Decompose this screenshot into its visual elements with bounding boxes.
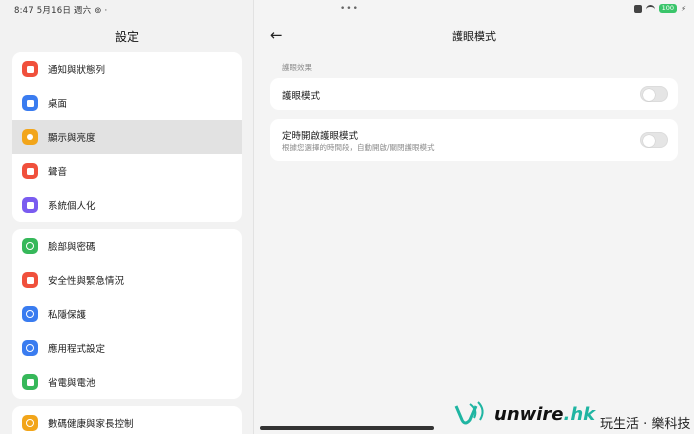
brand-text: unwire [494,404,564,425]
sidebar-item-battery[interactable]: 省電與電池 [12,365,242,399]
schedule-label: 定時開啟護眼模式 [282,131,359,142]
sidebar-item-label: 通知與狀態列 [48,65,106,76]
screen-record-icon [633,4,642,13]
battery-level: 100 [658,4,678,13]
sidebar-item-app-settings[interactable]: 應用程式設定 [12,331,242,365]
sidebar-item-privacy[interactable]: 私隱保護 [12,297,242,331]
watermark-slogan: 玩生活 · 樂科技 [600,417,691,432]
eye-mode-label: 護眼模式 [282,91,321,102]
emergency-icon [22,272,38,288]
sidebar-item-security-emergency[interactable]: 安全性與緊急情況 [12,263,242,297]
home-indicator[interactable] [260,426,434,430]
sidebar-item-label: 數碼健康與家長控制 [48,419,134,430]
brand-tld: .hk [563,404,596,425]
sidebar-item-label: 應用程式設定 [48,344,106,355]
settings-group-3: 數碼健康與家長控制 [12,406,242,434]
sidebar-item-notifications[interactable]: 通知與狀態列 [12,52,242,86]
status-icons: 100 ⚡ [633,4,686,13]
detail-pane [254,0,694,434]
status-time-date: 8:47 5月16日 週六 ⊚ · [14,6,108,16]
sidebar-item-label: 私隱保護 [48,310,87,321]
settings-sidebar: 8:47 5月16日 週六 ⊚ · 設定 通知與狀態列 桌面 顯示與亮度 聲音 … [0,0,254,434]
eye-mode-toggle[interactable] [640,86,668,102]
settings-group-2: 臉部與密碼 安全性與緊急情況 私隱保護 應用程式設定 省電與電池 [12,229,242,399]
sidebar-item-digital-wellbeing[interactable]: 數碼健康與家長控制 [12,406,242,434]
wifi-icon [645,5,655,12]
schedule-description: 根據您選擇的時間段，自動開啟/關閉護眼模式 [282,143,435,152]
sidebar-item-label: 桌面 [48,99,68,110]
sidebar-item-label: 顯示與亮度 [48,133,96,144]
notification-icon [22,61,38,77]
watermark-brand: unwire.hk [494,404,595,425]
section-label: 護眼效果 [282,63,312,72]
sidebar-item-sound[interactable]: 聲音 [12,154,242,188]
sidebar-item-label: 聲音 [48,167,68,178]
unwire-logo-icon [454,401,484,425]
privacy-icon [22,306,38,322]
page-title: 護眼模式 [452,30,496,43]
charging-icon: ⚡ [681,4,686,13]
home-icon [22,95,38,111]
eye-mode-row[interactable]: 護眼模式 [270,78,678,110]
sidebar-item-home-screen[interactable]: 桌面 [12,86,242,120]
sound-icon [22,163,38,179]
settings-group-1: 通知與狀態列 桌面 顯示與亮度 聲音 系統個人化 [12,52,242,222]
sidebar-item-label: 省電與電池 [48,378,96,389]
sidebar-title: 設定 [114,30,139,44]
schedule-toggle[interactable] [640,132,668,148]
toggle-knob [643,134,655,147]
brush-icon [22,197,38,213]
app-settings-icon [22,340,38,356]
toggle-knob [643,88,655,101]
sidebar-item-label: 臉部與密碼 [48,242,96,253]
sun-icon [22,129,38,145]
face-lock-icon [22,238,38,254]
wellbeing-icon [22,415,38,431]
sidebar-item-display[interactable]: 顯示與亮度 [12,120,242,154]
sidebar-item-face-password[interactable]: 臉部與密碼 [12,229,242,263]
sidebar-item-label: 安全性與緊急情況 [48,276,125,287]
sidebar-item-label: 系統個人化 [48,201,96,212]
battery-icon [22,374,38,390]
sidebar-item-personalization[interactable]: 系統個人化 [12,188,242,222]
multitask-handle[interactable]: ••• [340,4,359,14]
schedule-eye-mode-row[interactable]: 定時開啟護眼模式 根據您選擇的時間段，自動開啟/關閉護眼模式 [270,119,678,161]
